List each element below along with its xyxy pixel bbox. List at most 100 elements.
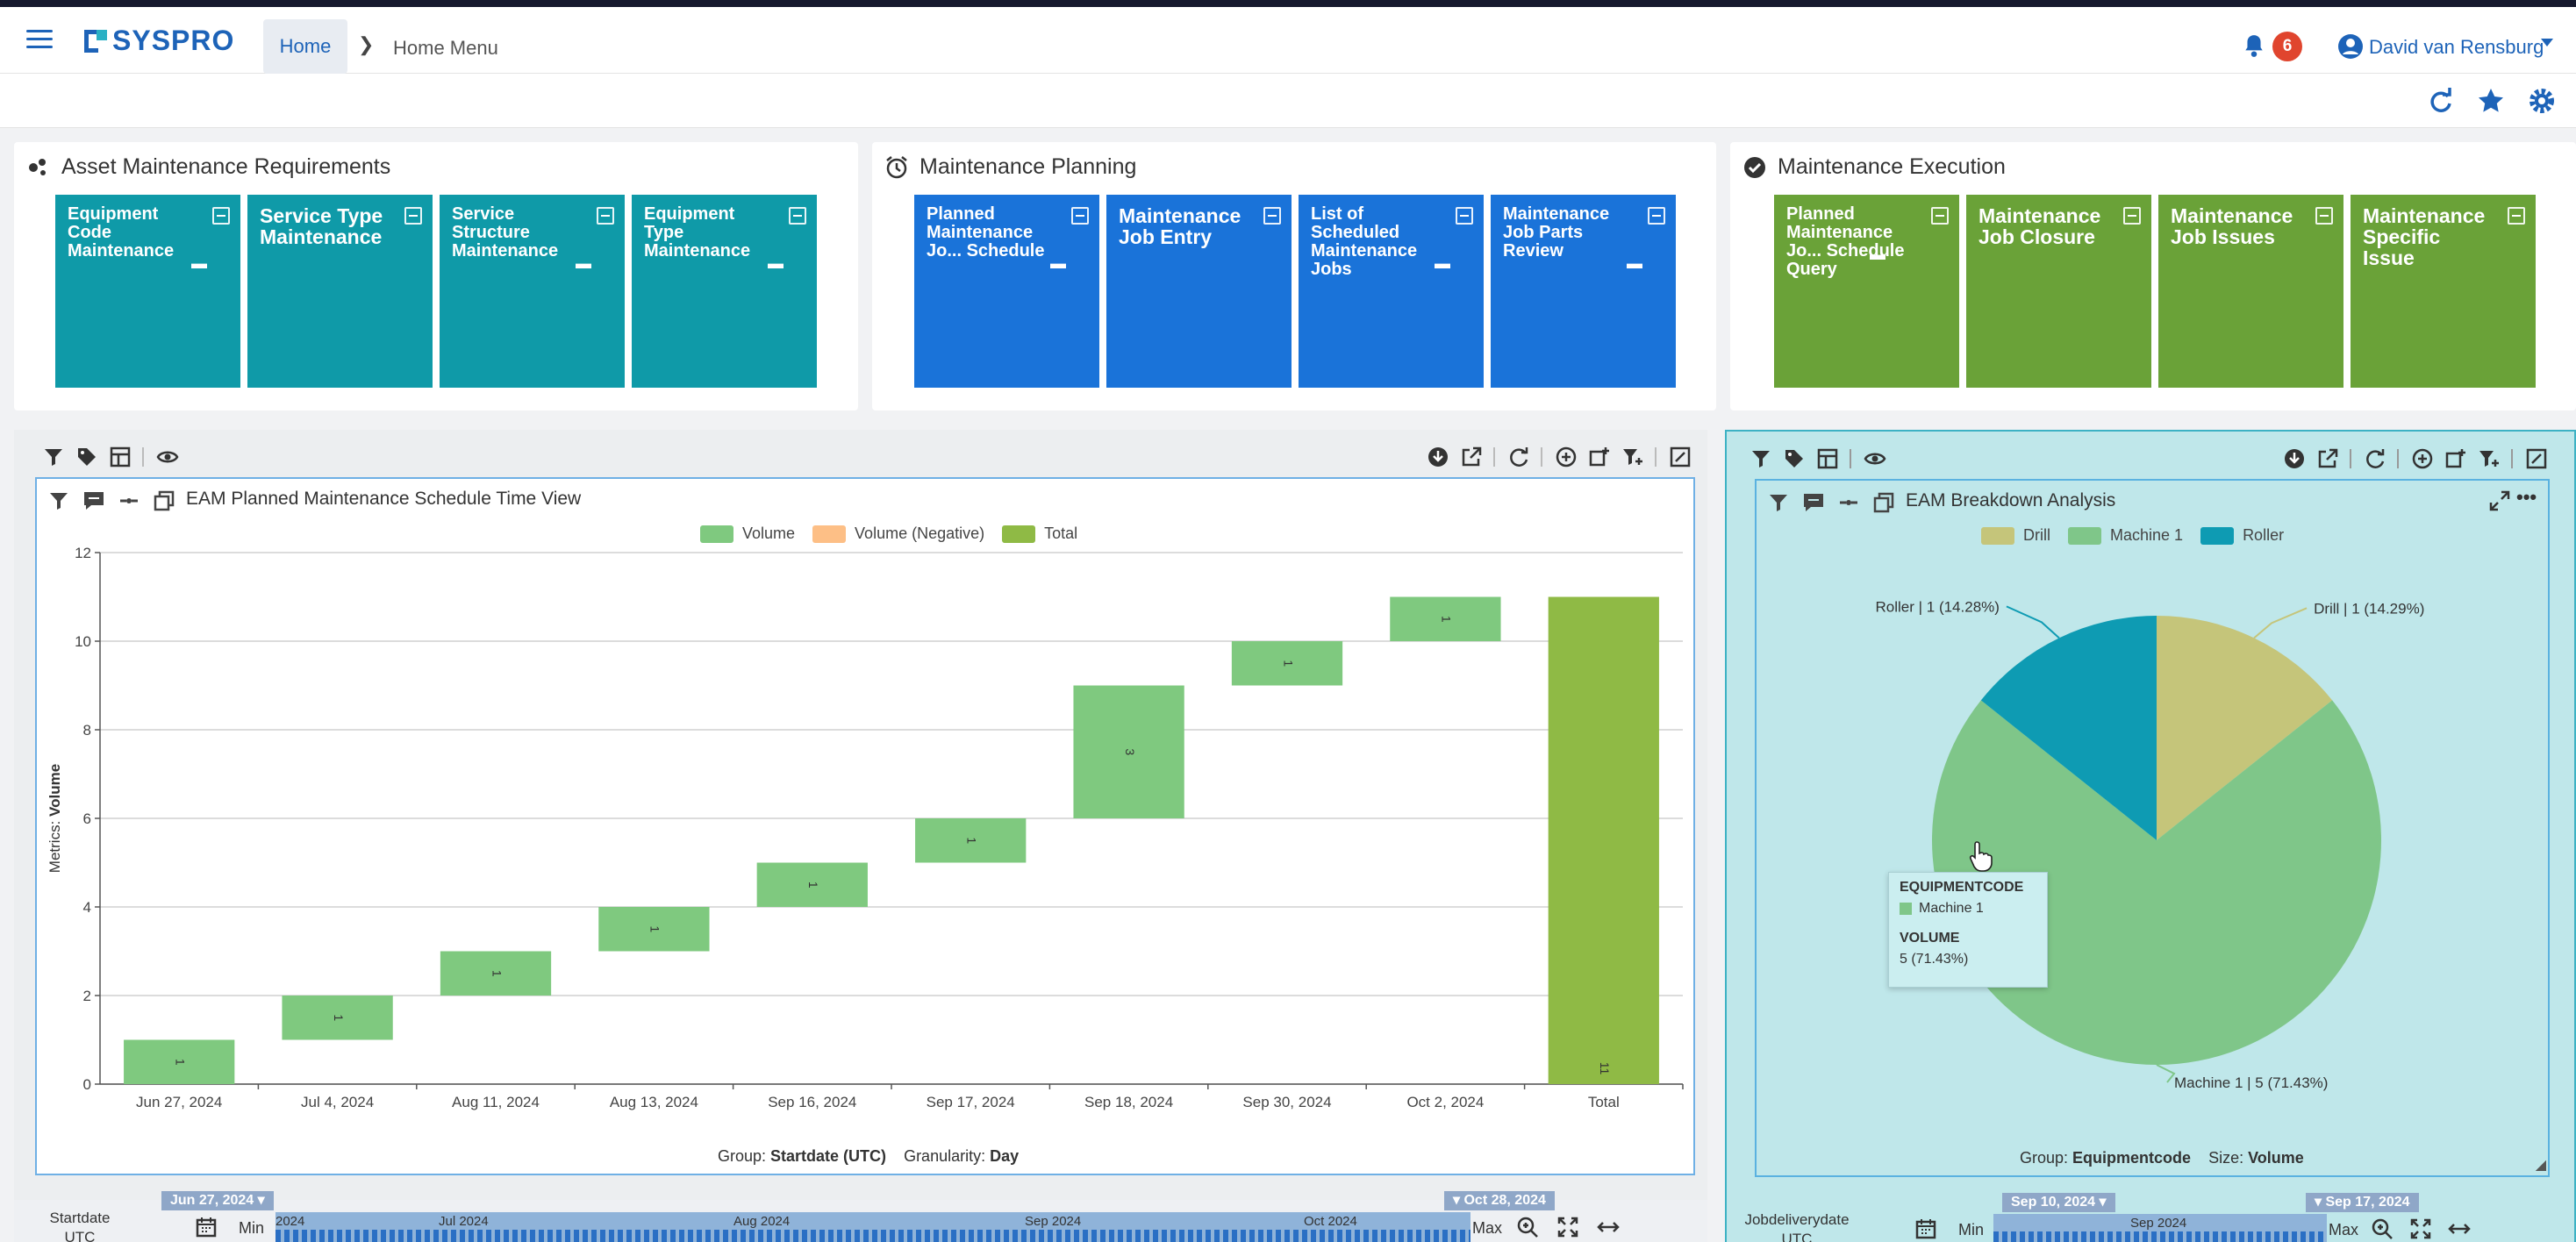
user-avatar-icon[interactable]: [2337, 33, 2364, 60]
comment-icon[interactable]: [82, 489, 104, 510]
open-icon[interactable]: [2123, 207, 2141, 225]
breadcrumb-home[interactable]: Home: [263, 19, 347, 74]
pan-horizontal-icon[interactable]: [2448, 1217, 2471, 1240]
zoom-in-icon[interactable]: [1516, 1216, 1539, 1238]
filter-icon[interactable]: [42, 446, 65, 468]
add-filter-icon[interactable]: [2478, 447, 2501, 470]
open-icon[interactable]: [212, 207, 230, 225]
open-icon[interactable]: [2508, 207, 2525, 225]
open-icon[interactable]: [2315, 207, 2333, 225]
syspro-logo[interactable]: SYSPRO: [84, 25, 234, 57]
edit-layout-icon[interactable]: [1669, 446, 1692, 468]
tile-maintenance-job-closure[interactable]: Maintenance Job Closure: [1966, 195, 2151, 388]
open-icon[interactable]: [597, 207, 614, 225]
end-flag-text: Sep 17, 2024: [2325, 1195, 2410, 1210]
refresh-icon[interactable]: [2364, 447, 2386, 470]
user-dropdown-icon[interactable]: [2541, 39, 2553, 46]
tile-maintenance-specific-issue[interactable]: Maintenance Specific Issue: [2351, 195, 2536, 388]
more-icon[interactable]: ▬: [576, 254, 591, 273]
add-circle-icon[interactable]: [1555, 446, 1578, 468]
group-value[interactable]: Equipmentcode: [2072, 1149, 2191, 1167]
external-link-icon[interactable]: [1460, 446, 1483, 468]
layout-icon[interactable]: [109, 446, 132, 468]
group-value[interactable]: Startdate (UTC): [770, 1147, 886, 1165]
filter-icon[interactable]: [1767, 491, 1787, 511]
tag-icon[interactable]: [75, 446, 98, 468]
add-circle-icon[interactable]: [2411, 447, 2434, 470]
layout-icon[interactable]: [1816, 447, 1839, 470]
zoom-in-icon[interactable]: [2371, 1217, 2394, 1240]
filter-icon[interactable]: [47, 489, 68, 510]
user-name[interactable]: David van Rensburg: [2369, 36, 2544, 59]
link-icon[interactable]: [118, 489, 138, 509]
open-icon[interactable]: [404, 207, 422, 225]
slider-end-flag[interactable]: ▾ Oct 28, 2024: [1444, 1191, 1555, 1210]
tile-service-structure-maintenance[interactable]: Service Structure Maintenance ▬: [440, 195, 625, 388]
open-icon[interactable]: [1456, 207, 1473, 225]
more-icon[interactable]: ▬: [1050, 254, 1066, 273]
notification-badge[interactable]: 6: [2272, 32, 2302, 61]
comment-icon[interactable]: [1802, 491, 1823, 511]
more-options-icon[interactable]: •••: [2516, 486, 2537, 509]
slider-min[interactable]: Min: [1958, 1221, 1984, 1239]
slider-max[interactable]: Max: [2329, 1221, 2358, 1239]
open-icon[interactable]: [1931, 207, 1949, 225]
add-widget-icon[interactable]: [1588, 446, 1611, 468]
legend-item-roller[interactable]: Roller: [2200, 526, 2284, 545]
tile-service-type-maintenance[interactable]: Service Type Maintenance: [247, 195, 433, 388]
tile-planned-maintenance-job-schedule[interactable]: Planned Maintenance Jo... Schedule ▬: [914, 195, 1099, 388]
external-link-icon[interactable]: [2316, 447, 2339, 470]
slider-max[interactable]: Max: [1472, 1219, 1502, 1238]
filter-icon[interactable]: [1750, 447, 1772, 470]
calendar-icon[interactable]: [1914, 1217, 1937, 1240]
expand-icon[interactable]: [2488, 489, 2510, 511]
gear-icon[interactable]: [2527, 86, 2557, 116]
more-icon[interactable]: ▬: [1870, 246, 1885, 264]
open-icon[interactable]: [1263, 207, 1281, 225]
slider-start-flag[interactable]: Jun 27, 2024 ▾: [161, 1191, 274, 1210]
pan-horizontal-icon[interactable]: [1597, 1216, 1620, 1238]
tile-list-scheduled-jobs[interactable]: List of Scheduled Maintenance Jobs ▬: [1299, 195, 1484, 388]
open-icon[interactable]: [1648, 207, 1665, 225]
calendar-icon[interactable]: [195, 1216, 218, 1238]
open-icon[interactable]: [789, 207, 806, 225]
slider-min[interactable]: Min: [239, 1219, 264, 1238]
expand-icon[interactable]: [2409, 1217, 2432, 1240]
tile-equipment-code-maintenance[interactable]: Equipment Code Maintenance ▬: [55, 195, 240, 388]
granularity-value[interactable]: Day: [990, 1147, 1019, 1165]
eye-icon[interactable]: [1864, 447, 1886, 470]
legend-item-drill[interactable]: Drill: [1981, 526, 2050, 545]
tile-maintenance-job-issues[interactable]: Maintenance Job Issues: [2158, 195, 2343, 388]
more-icon[interactable]: ▬: [191, 254, 207, 273]
add-widget-icon[interactable]: [2444, 447, 2467, 470]
download-icon[interactable]: [2283, 447, 2306, 470]
bell-icon[interactable]: [2243, 33, 2265, 58]
tile-planned-maintenance-schedule-query[interactable]: Planned Maintenance Jo... Schedule Query…: [1774, 195, 1959, 388]
more-icon[interactable]: ▬: [1435, 254, 1450, 273]
edit-layout-icon[interactable]: [2525, 447, 2548, 470]
tile-job-parts-review[interactable]: Maintenance Job Parts Review ▬: [1491, 195, 1676, 388]
eye-icon[interactable]: [156, 446, 179, 468]
open-icon[interactable]: [1071, 207, 1089, 225]
add-filter-icon[interactable]: [1621, 446, 1644, 468]
more-icon[interactable]: ▬: [1627, 254, 1642, 273]
refresh-icon[interactable]: [1507, 446, 1530, 468]
copy-icon[interactable]: [1872, 491, 1894, 513]
tile-equipment-type-maintenance[interactable]: Equipment Type Maintenance ▬: [632, 195, 817, 388]
more-icon[interactable]: ▬: [768, 254, 784, 273]
hamburger-menu-icon[interactable]: [26, 30, 53, 51]
slider-end-flag[interactable]: ▾ Sep 17, 2024: [2306, 1193, 2419, 1212]
star-icon[interactable]: [2476, 86, 2506, 116]
expand-icon[interactable]: [1556, 1216, 1579, 1238]
size-value[interactable]: Volume: [2248, 1149, 2304, 1167]
legend-item-machine-1[interactable]: Machine 1: [2068, 526, 2183, 545]
check-circle-icon: [1744, 156, 1765, 178]
refresh-icon[interactable]: [2425, 86, 2455, 116]
tag-icon[interactable]: [1783, 447, 1806, 470]
download-icon[interactable]: [1427, 446, 1449, 468]
link-icon[interactable]: [1837, 491, 1857, 510]
slider-start-flag[interactable]: Sep 10, 2024 ▾: [2002, 1193, 2115, 1212]
tile-maintenance-job-entry[interactable]: Maintenance Job Entry: [1106, 195, 1292, 388]
resize-handle-icon[interactable]: ◢: [2536, 1156, 2546, 1174]
copy-icon[interactable]: [153, 489, 175, 511]
